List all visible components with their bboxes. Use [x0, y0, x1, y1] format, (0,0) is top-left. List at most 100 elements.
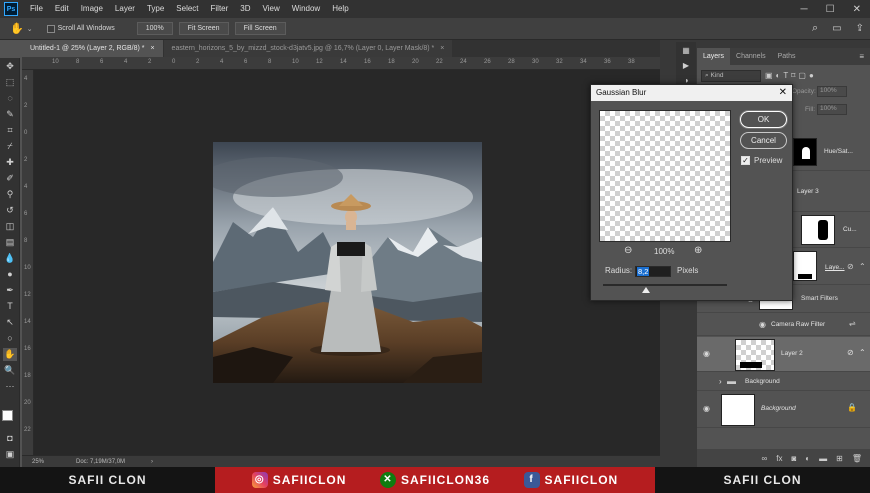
minimize-icon[interactable]: ─ — [792, 4, 817, 15]
close-icon[interactable]: ✕ — [844, 4, 870, 15]
new-layer-icon[interactable]: ⊞ — [836, 454, 843, 463]
zoom-in-icon[interactable]: ⊕ — [694, 245, 702, 256]
scroll-all-windows-option[interactable]: Scroll All Windows — [46, 24, 115, 33]
eye-icon[interactable]: ◉ — [703, 349, 710, 358]
delete-layer-icon[interactable]: 🗑 — [852, 454, 862, 463]
menu-type[interactable]: Type — [141, 0, 170, 18]
healing-brush-tool-icon[interactable]: ✚ — [3, 156, 17, 169]
zoom-tool-icon[interactable]: 🔍 — [3, 364, 17, 377]
panel-menu-icon[interactable]: ≡ — [859, 48, 870, 65]
move-tool-icon[interactable]: ✥ — [3, 60, 17, 73]
radius-slider-handle[interactable] — [642, 287, 650, 293]
menu-filter[interactable]: Filter — [205, 0, 235, 18]
dialog-title-bar[interactable]: Gaussian Blur ✕ — [591, 85, 792, 101]
menu-view[interactable]: View — [257, 0, 286, 18]
hand-tool-icon[interactable]: ✋ — [3, 348, 17, 361]
layer-row-layer-2[interactable]: ◉ Layer 2 ⊘ ⌃ — [697, 337, 870, 372]
clone-stamp-tool-icon[interactable]: ⚲ — [3, 188, 17, 201]
status-zoom[interactable]: 25% — [32, 459, 44, 465]
filter-options-icon[interactable]: ⇌ — [849, 319, 856, 328]
brush-tool-icon[interactable]: ✐ — [3, 172, 17, 185]
search-icon[interactable]: ⌕ — [812, 22, 818, 35]
layer-name[interactable]: Layer 2 — [781, 350, 803, 357]
layer-name[interactable]: Smart Filters — [801, 295, 838, 302]
fill-screen-button[interactable]: Fill Screen — [234, 22, 286, 35]
adjustment-layer-icon[interactable]: ◐ — [805, 454, 810, 463]
menu-image[interactable]: Image — [75, 0, 109, 18]
chevron-right-icon[interactable]: › — [719, 377, 722, 386]
zoom-out-icon[interactable]: ⊖ — [624, 245, 632, 256]
preview-checkbox[interactable]: ✓ — [741, 156, 750, 165]
eye-icon[interactable]: ◉ — [759, 320, 766, 329]
add-mask-icon[interactable]: ◙ — [791, 454, 796, 463]
foreground-color-swatch[interactable] — [2, 410, 13, 421]
layer-name[interactable]: Camera Raw Filter — [771, 321, 825, 328]
tab-untitled-1[interactable]: Untitled-1 @ 25% (Layer 2, RGB/8) * × — [22, 40, 163, 57]
opacity-input[interactable]: 100% — [817, 86, 847, 97]
eyedropper-tool-icon[interactable]: ⌿ — [3, 140, 17, 153]
dodge-tool-icon[interactable]: ● — [3, 268, 17, 281]
layer-row-background[interactable]: ◉ Background 🔒 — [697, 392, 870, 428]
fit-screen-button[interactable]: Fit Screen — [178, 22, 229, 35]
ok-button[interactable]: OK — [740, 111, 787, 128]
lock-icon[interactable]: 🔒 — [847, 403, 857, 412]
workspace-icon[interactable]: ▭ — [832, 23, 841, 34]
close-tab-icon[interactable]: × — [440, 45, 444, 52]
more-tools-icon[interactable]: ··· — [3, 380, 17, 393]
fx-icon[interactable]: fx — [776, 454, 782, 463]
status-arrow-icon[interactable]: › — [151, 459, 153, 465]
layer-row-background-group[interactable]: › ▬ Background — [697, 373, 870, 391]
link-layers-icon[interactable]: ∞ — [762, 454, 768, 463]
radius-input[interactable]: 8,2 — [635, 266, 671, 277]
fill-input[interactable]: 100% — [817, 104, 847, 115]
link-icon[interactable]: ⊘ — [847, 262, 854, 271]
tab-eastern-horizons[interactable]: eastern_horizons_5_by_mizzd_stock-d3jatv… — [163, 40, 453, 57]
marquee-tool-icon[interactable]: ⬚ — [3, 76, 17, 89]
crop-tool-icon[interactable]: ⌗ — [3, 124, 17, 137]
history-brush-tool-icon[interactable]: ↺ — [3, 204, 17, 217]
layer-filter-icons[interactable]: ▣◐T⌑▢● — [765, 71, 817, 80]
layer-name[interactable]: Laye... — [825, 264, 845, 271]
zoom-100-button[interactable]: 100% — [136, 22, 173, 35]
gradient-tool-icon[interactable]: ▤ — [3, 236, 17, 249]
document-image[interactable] — [213, 142, 482, 383]
layer-row-camera-raw-filter[interactable]: ◉ Camera Raw Filter ⇌ — [697, 314, 870, 336]
layer-name[interactable]: Background — [761, 405, 796, 412]
menu-layer[interactable]: Layer — [109, 0, 141, 18]
cancel-button[interactable]: Cancel — [740, 132, 787, 149]
quick-select-tool-icon[interactable]: ✎ — [3, 108, 17, 121]
chevron-down-icon[interactable]: ⌄ — [27, 25, 33, 33]
close-icon[interactable]: ✕ — [779, 85, 787, 101]
blur-tool-icon[interactable]: 💧 — [3, 252, 17, 265]
expand-icon[interactable]: ⌃ — [859, 262, 866, 271]
new-group-icon[interactable]: ▬ — [819, 454, 827, 463]
lasso-tool-icon[interactable]: ◌ — [3, 92, 17, 105]
photoshop-logo[interactable]: Ps — [4, 2, 18, 16]
radius-slider-track[interactable] — [603, 284, 727, 286]
scroll-all-windows-checkbox[interactable] — [46, 24, 55, 33]
quick-mask-icon[interactable]: ◘ — [3, 432, 17, 445]
menu-window[interactable]: Window — [286, 0, 326, 18]
maximize-icon[interactable]: ☐ — [817, 4, 844, 15]
tab-paths[interactable]: Paths — [772, 48, 802, 65]
tab-layers[interactable]: Layers — [697, 48, 731, 65]
eraser-tool-icon[interactable]: ◫ — [3, 220, 17, 233]
shape-tool-icon[interactable]: ○ — [3, 332, 17, 345]
layer-name[interactable]: Cu... — [843, 226, 857, 233]
tab-channels[interactable]: Channels — [730, 48, 772, 65]
history-panel-icon[interactable]: ▦ — [679, 46, 693, 57]
menu-3d[interactable]: 3D — [234, 0, 256, 18]
menu-edit[interactable]: Edit — [49, 0, 75, 18]
hand-tool-icon[interactable]: ✋ — [10, 22, 24, 35]
layer-name[interactable]: Layer 3 — [797, 188, 819, 195]
expand-icon[interactable]: ⌃ — [859, 348, 866, 357]
type-tool-icon[interactable]: T — [3, 300, 17, 313]
menu-file[interactable]: File — [24, 0, 49, 18]
layer-name[interactable]: Hue/Sat... — [824, 148, 853, 155]
screen-mode-icon[interactable]: ▣ — [3, 448, 17, 461]
close-tab-icon[interactable]: × — [150, 45, 154, 52]
layer-name[interactable]: Background — [745, 378, 780, 385]
menu-select[interactable]: Select — [170, 0, 204, 18]
filter-kind-select[interactable]: ⌕ Kind — [701, 70, 761, 82]
menu-help[interactable]: Help — [326, 0, 354, 18]
